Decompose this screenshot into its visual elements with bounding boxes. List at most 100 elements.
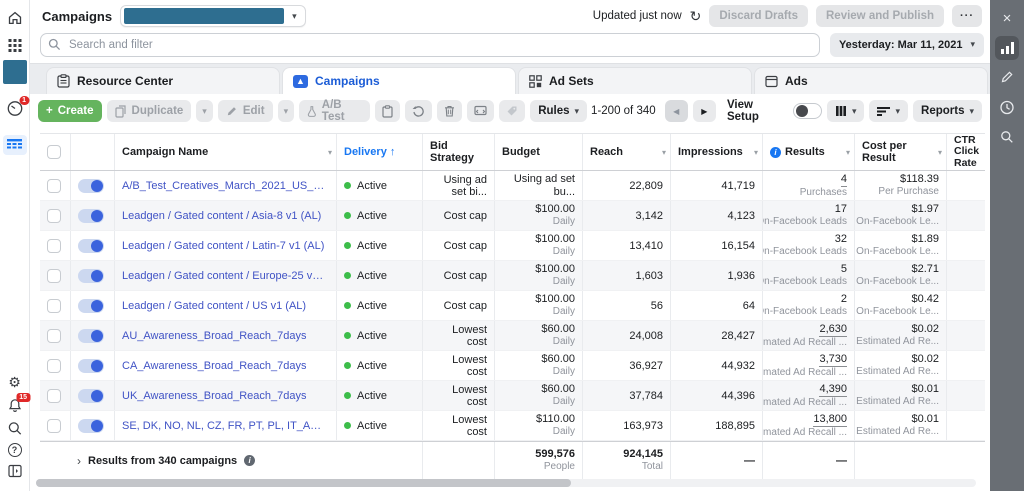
campaign-name-link[interactable]: Leadgen / Gated content / Asia-8 v1 (AL)	[122, 210, 321, 222]
expand-panel-icon[interactable]	[7, 464, 22, 478]
results-cell: 4 Purchases	[762, 171, 854, 200]
campaign-active-toggle[interactable]	[78, 238, 104, 253]
row-checkbox[interactable]	[47, 328, 61, 343]
col-cost-per-result[interactable]: Cost per Result ▾	[854, 134, 946, 170]
campaign-name-link[interactable]: SE, DK, NO, NL, CZ, FR, PT, PL, IT_Aware…	[122, 420, 329, 432]
notifications-bell-icon[interactable]: 15	[7, 393, 30, 413]
breakdown-button[interactable]: ▾	[869, 100, 909, 122]
row-checkbox[interactable]	[47, 418, 61, 433]
tab-resource-center[interactable]: Resource Center	[46, 67, 280, 94]
campaign-active-toggle[interactable]	[78, 388, 104, 403]
results-type: On-Facebook Leads	[762, 306, 847, 318]
duplicate-caret-button[interactable]: ▾	[196, 100, 213, 122]
budget-value: Using ad set bu...	[513, 172, 575, 198]
col-ctr[interactable]: CTR Click Rate	[946, 134, 985, 170]
results-value[interactable]: 3,730	[819, 353, 847, 367]
campaign-active-toggle[interactable]	[78, 208, 104, 223]
col-bid-strategy[interactable]: Bid Strategy	[422, 134, 494, 170]
campaign-name-link[interactable]: AU_Awareness_Broad_Reach_7days	[122, 330, 306, 342]
delete-button[interactable]	[437, 100, 463, 122]
edit-pencil-icon[interactable]	[1000, 70, 1014, 84]
row-checkbox[interactable]	[47, 238, 61, 253]
col-results[interactable]: i Results ▾	[762, 134, 854, 170]
duplicate-button[interactable]: Duplicate	[106, 100, 192, 122]
reach-cell: 1,603	[582, 261, 670, 290]
next-page-button[interactable]: ▶	[692, 100, 716, 122]
search-detail-icon[interactable]	[1000, 130, 1014, 144]
campaign-active-toggle[interactable]	[78, 358, 104, 373]
account-overview-icon[interactable]: 1	[6, 96, 29, 117]
refresh-icon[interactable]: ↻	[690, 8, 702, 25]
row-checkbox[interactable]	[47, 268, 61, 283]
ab-test-button[interactable]: A/B Test	[299, 99, 371, 123]
account-avatar[interactable]	[2, 60, 27, 84]
settings-gear-icon[interactable]: ⚙	[8, 374, 21, 391]
campaign-scope-dropdown[interactable]: ▾	[120, 5, 306, 27]
columns-button[interactable]: ▾	[826, 100, 865, 122]
col-delivery[interactable]: Delivery ↑	[336, 134, 422, 170]
create-button[interactable]: + Create	[38, 100, 102, 122]
campaign-active-toggle[interactable]	[78, 178, 104, 193]
horizontal-scrollbar[interactable]	[36, 479, 976, 487]
results-value[interactable]: 4	[840, 173, 847, 187]
history-clock-icon[interactable]	[1000, 100, 1015, 115]
results-value[interactable]: 13,800	[813, 413, 847, 427]
campaign-name-link[interactable]: Leadgen / Gated content / US v1 (AL)	[122, 300, 306, 312]
tab-ad-sets[interactable]: Ad Sets	[518, 67, 752, 94]
tag-button[interactable]	[499, 100, 526, 122]
edit-button[interactable]: Edit	[217, 100, 273, 122]
performance-chart-icon[interactable]	[995, 36, 1019, 60]
edit-caret-button[interactable]: ▾	[277, 100, 295, 122]
help-icon[interactable]: ?	[7, 443, 22, 457]
campaign-name-link[interactable]: Leadgen / Gated content / Latin-7 v1 (AL…	[122, 240, 324, 252]
more-options-button[interactable]: ···	[952, 5, 982, 27]
campaigns-table-icon[interactable]	[2, 135, 27, 155]
col-impressions[interactable]: Impressions ▾	[670, 134, 762, 170]
discard-drafts-button[interactable]: Discard Drafts	[709, 5, 808, 27]
export-share-button[interactable]	[467, 100, 495, 122]
campaign-name-link[interactable]: UK_Awareness_Broad_Reach_7days	[122, 390, 306, 402]
footer-summary[interactable]: › Results from 340 campaigns i	[70, 442, 336, 479]
row-checkbox[interactable]	[47, 298, 61, 313]
select-all-checkbox-cell[interactable]	[40, 134, 70, 170]
campaign-name-link[interactable]: Leadgen / Gated content / Europe-25 v1 (…	[122, 270, 329, 282]
prev-page-button[interactable]: ◀	[664, 100, 688, 122]
search-input[interactable]	[40, 32, 820, 57]
view-setup-toggle[interactable]	[792, 103, 822, 119]
results-value[interactable]: 4,390	[819, 383, 847, 397]
search-icon	[48, 38, 61, 50]
campaign-name-cell: Leadgen / Gated content / Asia-8 v1 (AL)	[114, 201, 336, 230]
undo-button[interactable]	[405, 100, 433, 122]
rules-button[interactable]: Rules ▾	[530, 100, 588, 122]
campaign-active-toggle[interactable]	[78, 328, 104, 343]
col-campaign-name[interactable]: Campaign Name ▾	[114, 134, 336, 170]
row-checkbox[interactable]	[47, 358, 61, 373]
results-value[interactable]: 2,630	[819, 323, 847, 337]
col-budget[interactable]: Budget	[494, 134, 582, 170]
date-range-picker[interactable]: Yesterday: Mar 11, 2021 ▾	[829, 32, 984, 57]
search-rail-icon[interactable]	[7, 421, 22, 436]
tab-ads[interactable]: Ads	[754, 67, 988, 94]
bid-strategy-value: Lowest cost	[452, 413, 487, 438]
review-publish-button[interactable]: Review and Publish	[816, 5, 944, 27]
footer-budget-cell	[422, 442, 494, 479]
row-toggle-cell	[70, 231, 114, 260]
col-reach[interactable]: Reach ▾	[582, 134, 670, 170]
select-all-checkbox[interactable]	[47, 145, 61, 159]
close-icon[interactable]: ×	[1003, 10, 1012, 27]
tab-campaigns[interactable]: ▲ Campaigns	[282, 67, 516, 94]
paste-button[interactable]	[375, 100, 401, 122]
row-checkbox[interactable]	[47, 178, 61, 193]
campaign-active-toggle[interactable]	[78, 268, 104, 283]
row-checkbox[interactable]	[47, 388, 61, 403]
campaign-active-toggle[interactable]	[78, 298, 104, 313]
apps-grid-icon[interactable]	[8, 39, 21, 52]
reach-cell: 36,927	[582, 351, 670, 380]
home-icon[interactable]	[7, 10, 23, 26]
campaign-name-link[interactable]: CA_Awareness_Broad_Reach_7days	[122, 360, 306, 372]
scrollbar-thumb[interactable]	[36, 479, 571, 487]
campaign-name-link[interactable]: A/B_Test_Creatives_March_2021_US_Broad_.…	[122, 180, 329, 192]
campaign-active-toggle[interactable]	[78, 418, 104, 433]
reports-button[interactable]: Reports ▾	[913, 100, 982, 122]
row-checkbox[interactable]	[47, 208, 61, 223]
